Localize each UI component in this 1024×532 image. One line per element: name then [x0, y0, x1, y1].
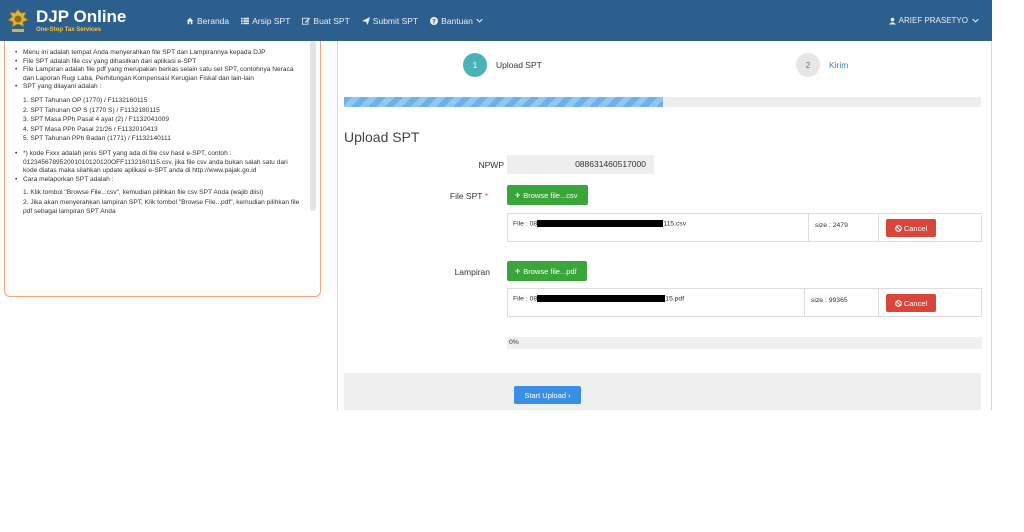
cancel-label: Cancel: [903, 298, 928, 308]
chevron-down-icon: [972, 18, 979, 23]
nav-item-arsip-spt[interactable]: Arsip SPT: [241, 16, 290, 26]
info-scrollbar[interactable]: [310, 41, 316, 211]
lampiran-label: Lampiran: [454, 267, 490, 277]
pdf-file-size: size : 99365: [811, 297, 848, 304]
info-content: Menu ini adalah tempat Anda menyerahkan …: [15, 49, 303, 222]
intro-bullet-list: Menu ini adalah tempat Anda menyerahkan …: [15, 49, 303, 92]
step-number: 1: [463, 53, 487, 77]
user-icon: [888, 17, 896, 24]
nav-item-label: Arsip SPT: [252, 15, 291, 26]
divider: [878, 289, 879, 316]
top-navbar: DJP Online One-Stop Tax Services Beranda…: [0, 0, 992, 41]
plus-icon: +: [515, 190, 521, 200]
how-to-item: 1. Klik tombol "Browse File...csv", kemu…: [23, 189, 264, 197]
djp-emblem-icon: [7, 7, 29, 32]
browse-pdf-button[interactable]: + Browse file...pdf: [507, 261, 587, 281]
csv-file-size: size : 2479: [815, 222, 848, 229]
user-menu[interactable]: ARIEF PRASETYO: [888, 0, 982, 41]
spt-type-list: 1. SPT Tahunan OP (1770) / F1132160115 2…: [15, 97, 303, 144]
brand-title: DJP Online: [36, 7, 127, 26]
plus-icon: +: [515, 266, 521, 276]
cancel-csv-button[interactable]: Cancel: [886, 219, 936, 237]
step-label: Upload SPT: [496, 60, 542, 70]
info-bullet: Menu ini adalah tempat Anda menyerahkan …: [15, 49, 303, 58]
csv-file-prefix: File : 08: [513, 220, 538, 228]
list-icon: [241, 17, 250, 24]
how-to-item: 2. Jika akan menyerahkan lampiran SPT, K…: [23, 198, 300, 215]
required-mark: *: [484, 191, 488, 201]
csv-file-suffix: 115.csv: [663, 220, 687, 228]
nav-item-label: Beranda: [197, 15, 230, 26]
form-footer: Start Upload ›: [344, 373, 981, 410]
brand[interactable]: DJP Online One-Stop Tax Services: [6, 7, 186, 35]
edit-icon: [302, 17, 311, 25]
spt-type-item: 4. SPT Masa PPh Pasal 21/26 / F113201041…: [23, 125, 158, 133]
npwp-label: NPWP: [478, 160, 505, 170]
note-list: *) kode Fxxx adalah jenis SPT yang ada d…: [15, 150, 303, 184]
pdf-file-name: File : 08 15.pdf: [513, 295, 684, 302]
redaction-bar: [537, 220, 664, 227]
right-panel: 1 Upload SPT 2 Kirim Upload SPT NPWP 088…: [338, 41, 992, 410]
start-upload-button[interactable]: Start Upload ›: [514, 386, 581, 404]
spt-type-item: 1. SPT Tahunan OP (1770) / F1132160115: [23, 96, 148, 104]
csv-file-name: File : 08 115.csv: [513, 220, 686, 227]
spt-type-item: 2. SPT Tahunan OP S (1770 S) / F11321801…: [23, 106, 160, 114]
divider: [808, 214, 809, 241]
left-panel: Menu ini adalah tempat Anda menyerahkan …: [0, 41, 338, 410]
redaction-bar: [537, 295, 666, 302]
upload-progress-text: 0%: [509, 339, 519, 346]
app-window: DJP Online One-Stop Tax Services Beranda…: [0, 0, 992, 410]
cancel-pdf-button[interactable]: Cancel: [886, 294, 936, 312]
pdf-file-row: File : 08 15.pdf size : 99365 Cancel: [507, 288, 982, 317]
svg-text:?: ?: [432, 17, 436, 25]
wizard-progress-bar: [344, 97, 981, 107]
nav-item-buat-spt[interactable]: Buat SPT: [302, 15, 350, 26]
code-note: *) kode Fxxx adalah jenis SPT yang ada d…: [15, 150, 303, 176]
csv-file-row: File : 08 115.csv size : 2479 Cancel: [507, 213, 982, 242]
step-kirim[interactable]: 2 Kirim: [796, 53, 848, 77]
nav-item-label: Submit SPT: [372, 15, 419, 26]
divider: [804, 289, 805, 316]
pdf-file-prefix: File : 08: [513, 295, 538, 303]
chevron-down-icon: [476, 18, 483, 23]
file-spt-label: File SPT *: [398, 191, 488, 201]
pdf-file-suffix: 15.pdf: [665, 295, 685, 303]
form-title: Upload SPT: [344, 129, 420, 145]
nav-item-beranda[interactable]: Beranda: [186, 16, 229, 26]
info-bullet: SPT yang dilayani adalah :: [15, 83, 303, 92]
send-icon: [361, 16, 370, 25]
step-number: 2: [796, 53, 820, 77]
wizard-progress-fill: [344, 97, 663, 107]
how-to-list: 1. Klik tombol "Browse File...csv", kemu…: [15, 189, 303, 216]
info-bullet: File SPT adalah file csv yang dihasilkan…: [15, 58, 303, 67]
nav-item-bantuan[interactable]: ? Bantuan: [430, 16, 486, 26]
spt-type-item: 5. SPT Tahunan PPh Badan (1771) / F11321…: [23, 135, 171, 143]
info-bullet: File Lampiran adalah file pdf yang merup…: [15, 66, 303, 83]
cancel-label: Cancel: [903, 223, 928, 233]
browse-pdf-label: Browse file...pdf: [523, 266, 577, 276]
upload-progress-bar: 0%: [507, 337, 982, 349]
nav-item-label: Buat SPT: [313, 15, 350, 26]
nav-item-submit-spt[interactable]: Submit SPT: [361, 15, 419, 26]
home-icon: [186, 17, 194, 24]
ban-icon: [894, 299, 902, 307]
file-spt-label-text: File SPT: [449, 191, 483, 201]
nav-item-label: Bantuan: [441, 15, 473, 26]
browse-csv-label: Browse file...csv: [523, 190, 578, 200]
ban-icon: [894, 224, 902, 232]
step-upload-spt[interactable]: 1 Upload SPT: [463, 53, 542, 77]
how-to-title: Cara melaporkan SPT adalah :: [15, 176, 303, 185]
step-label: Kirim: [829, 60, 849, 70]
brand-subtitle: One-Stop Tax Services: [36, 27, 101, 33]
question-circle-icon: ?: [430, 16, 439, 25]
npwp-field[interactable]: 088631460517000: [507, 155, 654, 174]
browse-csv-button[interactable]: + Browse file...csv: [507, 185, 588, 205]
user-name: ARIEF PRASETYO: [898, 16, 968, 25]
nav-menu: Beranda Arsip SPT Buat SPT Submit SPT ? …: [186, 16, 498, 26]
spt-type-item: 3. SPT Masa PPh Pasal 4 ayat (2) / F1132…: [23, 116, 170, 124]
info-box[interactable]: Menu ini adalah tempat Anda menyerahkan …: [4, 41, 321, 297]
divider: [878, 214, 879, 241]
